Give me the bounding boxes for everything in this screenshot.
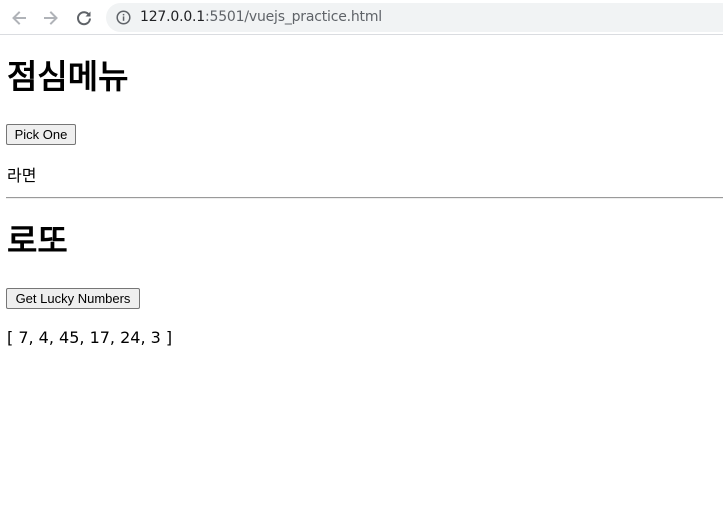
get-lucky-numbers-button[interactable]: Get Lucky Numbers (6, 288, 140, 309)
address-bar[interactable]: 127.0.0.1:5501/vuejs_practice.html (106, 3, 723, 32)
section-divider (6, 197, 723, 199)
reload-button[interactable] (71, 5, 97, 31)
forward-button[interactable] (38, 5, 64, 31)
url-path: :5501/vuejs_practice.html (205, 9, 382, 25)
arrow-right-icon (44, 11, 58, 25)
lotto-numbers-result: [ 7, 4, 45, 17, 24, 3 ] (7, 328, 173, 347)
back-button[interactable] (6, 5, 32, 31)
browser-toolbar: 127.0.0.1:5501/vuejs_practice.html (0, 0, 723, 35)
arrow-left-icon (12, 11, 26, 25)
lunch-menu-result: 라면 (7, 166, 37, 185)
url-text[interactable]: 127.0.0.1:5501/vuejs_practice.html (140, 9, 382, 25)
info-icon[interactable] (116, 10, 131, 25)
pick-one-button[interactable]: Pick One (6, 124, 76, 145)
lotto-heading: 로또 (7, 221, 68, 260)
reload-icon (77, 11, 91, 26)
url-host: 127.0.0.1 (140, 9, 205, 25)
lunch-menu-heading: 점심메뉴 (7, 57, 129, 96)
